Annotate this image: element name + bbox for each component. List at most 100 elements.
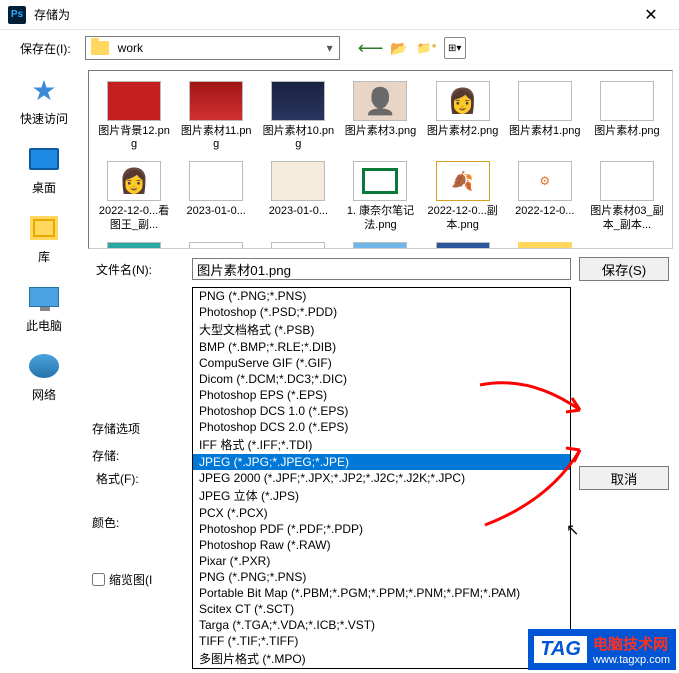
format-option[interactable]: Photoshop EPS (*.EPS) xyxy=(193,387,570,403)
back-icon[interactable]: ⟵ xyxy=(360,37,382,59)
format-option[interactable]: PCX (*.PCX) xyxy=(193,505,570,521)
file-item[interactable]: 2022-12-0...副本.png xyxy=(422,159,504,233)
format-option[interactable]: Targa (*.TGA;*.VDA;*.ICB;*.VST) xyxy=(193,617,570,633)
tag-url: www.tagxp.com xyxy=(593,654,670,666)
store-label: 存储: xyxy=(92,447,152,464)
format-option[interactable]: JPEG (*.JPG;*.JPEG;*.JPE) xyxy=(193,454,570,470)
file-item[interactable]: 图片素材2.png xyxy=(422,79,504,153)
format-option[interactable]: TIFF (*.TIF;*.TIFF) xyxy=(193,633,570,649)
file-item[interactable]: 图片素材04 nng xyxy=(257,240,339,249)
desktop-icon xyxy=(28,143,60,175)
file-item[interactable]: 2023-01-0... xyxy=(257,159,339,233)
file-name: 2023-01-0... xyxy=(187,205,246,218)
format-option[interactable]: Dicom (*.DCM;*.DC3;*.DIC) xyxy=(193,371,570,387)
filename-input[interactable] xyxy=(192,258,571,280)
file-item[interactable]: 图片素材03_副本_副本... xyxy=(586,159,668,233)
file-name: 2022-12-0... xyxy=(515,205,574,218)
sidebar-label: 库 xyxy=(38,248,50,265)
file-thumbnail xyxy=(107,242,161,249)
format-option[interactable]: Portable Bit Map (*.PBM;*.PGM;*.PPM;*.PN… xyxy=(193,585,570,601)
format-option[interactable]: Scitex CT (*.SCT) xyxy=(193,601,570,617)
file-thumbnail xyxy=(436,161,490,201)
file-thumbnail xyxy=(107,161,161,201)
format-dropdown[interactable]: PNG (*.PNG;*.PNS)Photoshop (*.PSD;*.PDD)… xyxy=(192,287,571,669)
file-item[interactable]: 2022-12-0... xyxy=(504,159,586,233)
file-thumbnail xyxy=(189,161,243,201)
format-option[interactable]: Photoshop DCS 1.0 (*.EPS) xyxy=(193,403,570,419)
file-item[interactable]: 图片素材.png xyxy=(586,79,668,153)
file-thumbnail xyxy=(189,242,243,249)
format-option[interactable]: JPEG 2000 (*.JPF;*.JPX;*.JP2;*.J2C;*.J2K… xyxy=(193,470,570,486)
format-option[interactable]: JPEG 立体 (*.JPS) xyxy=(193,486,570,505)
sidebar-this-pc[interactable]: 此电脑 xyxy=(26,281,62,334)
sidebar-library[interactable]: 库 xyxy=(28,212,60,265)
cancel-button[interactable]: 取消 xyxy=(579,466,669,490)
file-thumbnail xyxy=(107,81,161,121)
cursor-icon: ↖ xyxy=(566,520,579,540)
file-item[interactable]: 图片素材01 nng xyxy=(422,240,504,249)
file-item[interactable]: 2月1号: dav142 xyxy=(504,240,586,249)
window-title: 存储为 xyxy=(34,6,631,23)
format-option[interactable]: PNG (*.PNG;*.PNS) xyxy=(193,569,570,585)
file-thumbnail xyxy=(436,242,490,249)
file-item[interactable]: 图片素材3.png xyxy=(339,79,421,153)
file-thumbnail xyxy=(600,161,654,201)
pc-icon xyxy=(28,281,60,313)
file-thumbnail xyxy=(436,81,490,121)
file-name: 2022-12-0...副本.png xyxy=(426,205,500,231)
file-name: 2022-12-0...看图王_副... xyxy=(97,205,171,231)
format-option[interactable]: PNG (*.PNG;*.PNS) xyxy=(193,288,570,304)
path-combo[interactable]: work ▾ xyxy=(85,36,340,60)
file-name: 图片背景12.png xyxy=(97,125,171,151)
file-item[interactable]: 1. 康奈尔笔记法.png xyxy=(339,159,421,233)
chevron-down-icon[interactable]: ▾ xyxy=(321,41,339,55)
sidebar-label: 桌面 xyxy=(32,179,56,196)
sidebar-label: 快速访问 xyxy=(20,110,68,127)
file-thumbnail xyxy=(271,81,325,121)
app-icon: Ps xyxy=(8,6,26,24)
file-item[interactable]: 图片素材03 nng xyxy=(175,240,257,249)
format-option[interactable]: IFF 格式 (*.IFF;*.TDI) xyxy=(193,435,570,454)
file-thumbnail xyxy=(600,81,654,121)
network-icon xyxy=(28,350,60,382)
file-item[interactable]: 图片素材03_副本 nng xyxy=(93,240,175,249)
file-item[interactable]: 图片背景12.png xyxy=(93,79,175,153)
file-thumbnail xyxy=(271,242,325,249)
tag-text: 电脑技术网 xyxy=(593,636,668,653)
file-list[interactable]: 图片背景12.png 图片素材11.png 图片素材10.png图片素材3.png 图… xyxy=(88,70,673,249)
save-button[interactable]: 保存(S) xyxy=(579,257,669,281)
views-icon[interactable]: ⊞▾ xyxy=(444,37,466,59)
format-option[interactable]: Photoshop DCS 2.0 (*.EPS) xyxy=(193,419,570,435)
file-name: 图片素材2.png xyxy=(427,125,499,138)
file-item[interactable]: 图片素材10.png xyxy=(257,79,339,153)
format-option[interactable]: CompuServe GIF (*.GIF) xyxy=(193,355,570,371)
sidebar-label: 网络 xyxy=(32,386,56,403)
format-option[interactable]: 多图片格式 (*.MPO) xyxy=(193,649,570,668)
file-name: 图片素材10.png xyxy=(261,125,335,151)
file-name: 图片素材11.png xyxy=(179,125,253,151)
file-thumbnail xyxy=(271,161,325,201)
sidebar-desktop[interactable]: 桌面 xyxy=(28,143,60,196)
new-folder-icon[interactable]: 📁* xyxy=(416,37,438,59)
format-option[interactable]: BMP (*.BMP;*.RLE;*.DIB) xyxy=(193,339,570,355)
file-item[interactable]: 图片素材1.png xyxy=(504,79,586,153)
thumbnail-checkbox[interactable] xyxy=(92,573,105,586)
file-thumbnail xyxy=(353,81,407,121)
sidebar-quick-access[interactable]: ★ 快速访问 xyxy=(20,74,68,127)
thumbnail-label: 缩览图(I xyxy=(109,571,152,588)
file-item[interactable]: 2022-10-0... xyxy=(339,240,421,249)
path-text: work xyxy=(114,41,321,55)
file-thumbnail xyxy=(353,161,407,201)
format-option[interactable]: Pixar (*.PXR) xyxy=(193,553,570,569)
file-item[interactable]: 图片素材11.png xyxy=(175,79,257,153)
close-button[interactable]: ✕ xyxy=(631,0,671,30)
file-item[interactable]: 2022-12-0...看图王_副... xyxy=(93,159,175,233)
sidebar-network[interactable]: 网络 xyxy=(28,350,60,403)
format-option[interactable]: Photoshop PDF (*.PDF;*.PDP) xyxy=(193,521,570,537)
up-one-level-icon[interactable]: 📂 xyxy=(388,37,410,59)
format-option[interactable]: Photoshop (*.PSD;*.PDD) xyxy=(193,304,570,320)
sidebar-label: 此电脑 xyxy=(26,317,62,334)
file-item[interactable]: 2023-01-0... xyxy=(175,159,257,233)
format-option[interactable]: Photoshop Raw (*.RAW) xyxy=(193,537,570,553)
format-option[interactable]: 大型文档格式 (*.PSB) xyxy=(193,320,570,339)
